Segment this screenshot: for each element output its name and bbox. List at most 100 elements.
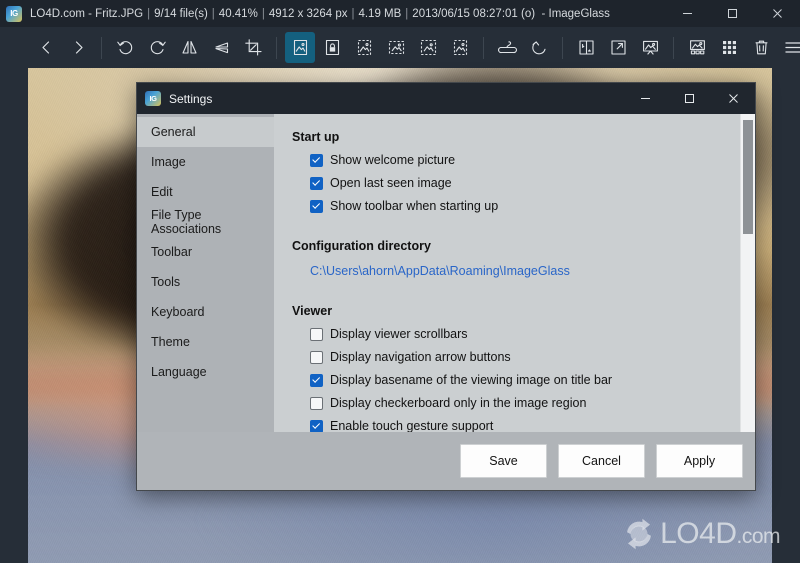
nav-label: Keyboard xyxy=(151,305,205,319)
checkbox-display-navigation-arrow-buttons[interactable]: Display navigation arrow buttons xyxy=(310,350,722,364)
save-button[interactable]: Save xyxy=(460,444,547,478)
checkbox-box[interactable] xyxy=(310,176,323,190)
title-timestamp: 2013/06/15 08:27:01 (o) xyxy=(412,7,536,20)
configuration-directory-link[interactable]: C:\Users\ahorn\AppData\Roaming\ImageGlas… xyxy=(310,264,570,278)
main-toolbar xyxy=(0,27,800,68)
fullscreen-icon[interactable] xyxy=(603,32,633,63)
checkbox-show-welcome-picture[interactable]: Show welcome picture xyxy=(310,153,722,167)
sidebar-item-file-type-associations[interactable]: File Type Associations xyxy=(137,207,274,237)
settings-title: Settings xyxy=(169,91,213,106)
previous-image-icon[interactable] xyxy=(31,32,61,63)
nav-label: Tools xyxy=(151,275,181,289)
settings-maximize-button[interactable] xyxy=(667,83,711,114)
sidebar-item-theme[interactable]: Theme xyxy=(137,327,274,357)
title-file-count: 9/14 file(s) xyxy=(154,7,208,20)
checkbox-label: Show welcome picture xyxy=(330,153,456,167)
nav-label: General xyxy=(151,125,196,139)
title-separator: | xyxy=(211,7,215,20)
sidebar-item-tools[interactable]: Tools xyxy=(137,267,274,297)
actual-size-icon[interactable] xyxy=(285,32,315,63)
title-separator: | xyxy=(147,7,151,20)
title-filesize: 4.19 MB xyxy=(358,7,402,20)
close-button[interactable] xyxy=(755,0,800,27)
refresh-icon[interactable] xyxy=(524,32,554,63)
minimize-button[interactable] xyxy=(665,0,710,27)
sidebar-item-image[interactable]: Image xyxy=(137,147,274,177)
hamburger-menu-icon[interactable] xyxy=(778,32,800,63)
settings-minimize-button[interactable] xyxy=(623,83,667,114)
maximize-button[interactable] xyxy=(710,0,755,27)
rotate-left-icon[interactable] xyxy=(110,32,140,63)
settings-content-wrap: Start up Show welcome picture Open last … xyxy=(274,114,755,432)
cancel-button[interactable]: Cancel xyxy=(558,444,645,478)
goto-image-icon[interactable] xyxy=(571,32,601,63)
settings-nav: General Image Edit File Type Association… xyxy=(137,114,274,432)
settings-content: Start up Show welcome picture Open last … xyxy=(274,114,740,432)
checkbox-label: Enable touch gesture support xyxy=(330,419,494,432)
imageglass-window: IG LO4D.com - Fritz.JPG | 9/14 file(s) | 40.… xyxy=(0,0,800,563)
settings-footer: Save Cancel Apply xyxy=(137,432,755,490)
scrollbar-thumb[interactable] xyxy=(743,120,753,234)
lock-zoom-ratio-icon[interactable] xyxy=(317,32,347,63)
nav-label: Edit xyxy=(151,185,173,199)
checkbox-label: Display checkerboard only in the image r… xyxy=(330,396,587,410)
toolbar-separator xyxy=(276,36,277,59)
checkbox-label: Show toolbar when starting up xyxy=(330,199,499,213)
sidebar-item-keyboard[interactable]: Keyboard xyxy=(137,297,274,327)
title-zoom-level: 40.41% xyxy=(218,7,258,20)
scale-to-width-icon[interactable] xyxy=(349,32,379,63)
rotate-right-icon[interactable] xyxy=(142,32,172,63)
checkbox-box[interactable] xyxy=(310,199,323,213)
settings-dialog: IG Settings General Image Edit File Type… xyxy=(136,82,756,491)
next-image-icon[interactable] xyxy=(63,32,93,63)
toolbar-separator xyxy=(562,36,563,59)
startup-section-title: Start up xyxy=(292,130,340,144)
settings-scrollbar[interactable] xyxy=(740,114,755,432)
crop-icon[interactable] xyxy=(238,32,268,63)
title-separator: | xyxy=(261,7,265,20)
checkbox-display-viewer-scrollbars[interactable]: Display viewer scrollbars xyxy=(310,327,722,341)
configuration-directory-title: Configuration directory xyxy=(292,239,431,253)
checkbox-open-last-seen-image[interactable]: Open last seen image xyxy=(310,176,722,190)
sidebar-item-general[interactable]: General xyxy=(137,117,274,147)
flip-horizontal-icon[interactable] xyxy=(174,32,204,63)
open-with-icon[interactable] xyxy=(492,32,522,63)
main-titlebar: IG LO4D.com - Fritz.JPG | 9/14 file(s) | 40.… xyxy=(0,0,800,27)
checkbox-label: Display viewer scrollbars xyxy=(330,327,468,341)
nav-label: Theme xyxy=(151,335,190,349)
window-controls xyxy=(665,0,800,27)
settings-body: General Image Edit File Type Association… xyxy=(137,114,755,432)
sidebar-item-toolbar[interactable]: Toolbar xyxy=(137,237,274,267)
checkbox-box[interactable] xyxy=(310,153,323,167)
settings-window-controls xyxy=(623,83,755,114)
scale-to-fill-icon[interactable] xyxy=(445,32,475,63)
toolbar-separator xyxy=(101,36,102,59)
apply-button[interactable]: Apply xyxy=(656,444,743,478)
checkbox-show-toolbar-when-starting-up[interactable]: Show toolbar when starting up xyxy=(310,199,722,213)
checkbox-box[interactable] xyxy=(310,396,323,410)
checkbox-display-checkerboard-image-region[interactable]: Display checkerboard only in the image r… xyxy=(310,396,722,410)
slideshow-icon[interactable] xyxy=(635,32,665,63)
checkbox-enable-touch-gesture-support[interactable]: Enable touch gesture support xyxy=(310,419,722,432)
nav-label: Toolbar xyxy=(151,245,192,259)
checkbox-display-basename-on-title-bar[interactable]: Display basename of the viewing image on… xyxy=(310,373,722,387)
nav-label: Language xyxy=(151,365,207,379)
scale-to-fit-icon[interactable] xyxy=(413,32,443,63)
flip-vertical-icon[interactable] xyxy=(206,32,236,63)
checkbox-box[interactable] xyxy=(310,373,323,387)
checkbox-box[interactable] xyxy=(310,350,323,364)
scale-to-height-icon[interactable] xyxy=(381,32,411,63)
toolbar-separator xyxy=(483,36,484,59)
sidebar-item-edit[interactable]: Edit xyxy=(137,177,274,207)
title-separator: | xyxy=(405,7,409,20)
window-title: LO4D.com - Fritz.JPG | 9/14 file(s) | 40.41%… xyxy=(30,8,610,20)
checkbox-box[interactable] xyxy=(310,327,323,341)
title-app-name: - ImageGlass xyxy=(541,7,610,20)
delete-icon[interactable] xyxy=(746,32,776,63)
print-icon[interactable] xyxy=(682,32,712,63)
title-filename: LO4D.com - Fritz.JPG xyxy=(30,7,144,20)
checkbox-box[interactable] xyxy=(310,419,323,432)
sidebar-item-language[interactable]: Language xyxy=(137,357,274,387)
settings-close-button[interactable] xyxy=(711,83,755,114)
thumbnail-panel-icon[interactable] xyxy=(714,32,744,63)
